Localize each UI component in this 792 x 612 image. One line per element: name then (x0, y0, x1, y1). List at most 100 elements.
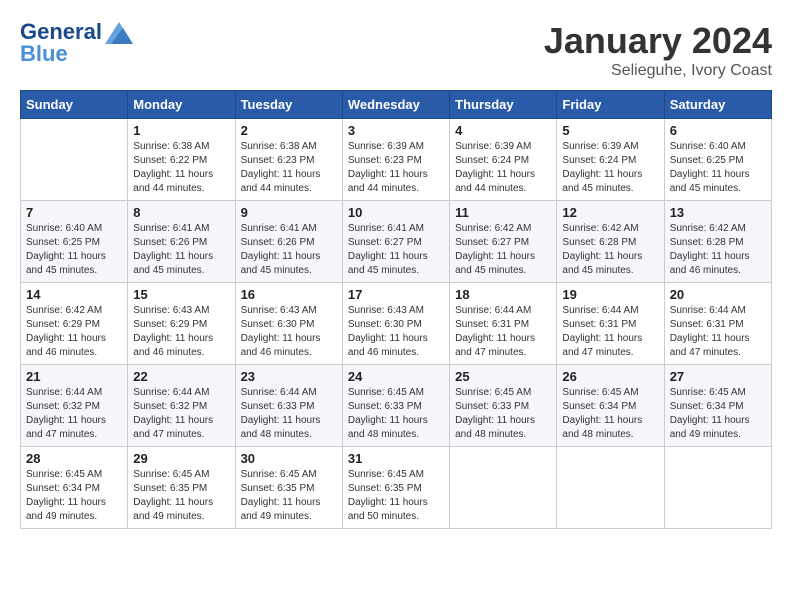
calendar-day-header: Friday (557, 91, 664, 119)
calendar-day-header: Sunday (21, 91, 128, 119)
calendar-day-header: Tuesday (235, 91, 342, 119)
calendar-cell: 15 Sunrise: 6:43 AM Sunset: 6:29 PM Dayli… (128, 283, 235, 365)
day-number: 3 (348, 123, 444, 138)
day-number: 14 (26, 287, 122, 302)
calendar-cell: 11 Sunrise: 6:42 AM Sunset: 6:27 PM Dayli… (450, 201, 557, 283)
calendar-cell (664, 447, 771, 529)
month-title: January 2024 (544, 20, 772, 62)
day-info: Sunrise: 6:40 AM Sunset: 6:25 PM Dayligh… (670, 140, 766, 196)
calendar-cell: 3 Sunrise: 6:39 AM Sunset: 6:23 PM Daylig… (342, 119, 449, 201)
day-info: Sunrise: 6:39 AM Sunset: 6:24 PM Dayligh… (455, 140, 551, 196)
day-number: 4 (455, 123, 551, 138)
day-number: 13 (670, 205, 766, 220)
calendar-cell: 26 Sunrise: 6:45 AM Sunset: 6:34 PM Dayli… (557, 365, 664, 447)
day-info: Sunrise: 6:45 AM Sunset: 6:34 PM Dayligh… (562, 386, 658, 442)
day-info: Sunrise: 6:45 AM Sunset: 6:34 PM Dayligh… (26, 468, 122, 524)
calendar-cell: 2Sunrise: 6:38 AM Sunset: 6:23 PM Daylig… (235, 119, 342, 201)
day-info: Sunrise: 6:45 AM Sunset: 6:35 PM Dayligh… (133, 468, 229, 524)
day-info: Sunrise: 6:42 AM Sunset: 6:28 PM Dayligh… (670, 222, 766, 278)
day-info: Sunrise: 6:40 AM Sunset: 6:25 PM Dayligh… (26, 222, 122, 278)
calendar-cell (450, 447, 557, 529)
logo: General Blue (20, 20, 133, 66)
calendar-cell: 4 Sunrise: 6:39 AM Sunset: 6:24 PM Daylig… (450, 119, 557, 201)
day-number: 22 (133, 369, 229, 384)
calendar-day-header: Thursday (450, 91, 557, 119)
logo-icon (105, 22, 133, 44)
calendar-cell (557, 447, 664, 529)
day-info: Sunrise: 6:39 AM Sunset: 6:23 PM Dayligh… (348, 140, 444, 196)
calendar-cell: 9Sunrise: 6:41 AM Sunset: 6:26 PM Daylig… (235, 201, 342, 283)
day-info: Sunrise: 6:43 AM Sunset: 6:29 PM Dayligh… (133, 304, 229, 360)
day-number: 19 (562, 287, 658, 302)
day-number: 24 (348, 369, 444, 384)
day-info: Sunrise: 6:44 AM Sunset: 6:31 PM Dayligh… (455, 304, 551, 360)
calendar-week-row: 1 Sunrise: 6:38 AM Sunset: 6:22 PM Daylig… (21, 119, 772, 201)
day-number: 2 (241, 123, 337, 138)
calendar-cell: 29Sunrise: 6:45 AM Sunset: 6:35 PM Dayli… (128, 447, 235, 529)
day-info: Sunrise: 6:44 AM Sunset: 6:31 PM Dayligh… (562, 304, 658, 360)
day-number: 8 (133, 205, 229, 220)
day-number: 10 (348, 205, 444, 220)
day-number: 7 (26, 205, 122, 220)
day-info: Sunrise: 6:45 AM Sunset: 6:35 PM Dayligh… (241, 468, 337, 524)
day-number: 26 (562, 369, 658, 384)
day-number: 18 (455, 287, 551, 302)
calendar-week-row: 28 Sunrise: 6:45 AM Sunset: 6:34 PM Dayli… (21, 447, 772, 529)
calendar-cell (21, 119, 128, 201)
calendar-cell: 24 Sunrise: 6:45 AM Sunset: 6:33 PM Dayli… (342, 365, 449, 447)
calendar-week-row: 14Sunrise: 6:42 AM Sunset: 6:29 PM Dayli… (21, 283, 772, 365)
logo-blue: Blue (20, 42, 133, 66)
day-number: 15 (133, 287, 229, 302)
day-info: Sunrise: 6:42 AM Sunset: 6:28 PM Dayligh… (562, 222, 658, 278)
title-block: January 2024 Selieguhe, Ivory Coast (544, 20, 772, 80)
day-number: 21 (26, 369, 122, 384)
day-number: 23 (241, 369, 337, 384)
day-info: Sunrise: 6:43 AM Sunset: 6:30 PM Dayligh… (348, 304, 444, 360)
calendar-cell: 6 Sunrise: 6:40 AM Sunset: 6:25 PM Daylig… (664, 119, 771, 201)
calendar-cell: 28 Sunrise: 6:45 AM Sunset: 6:34 PM Dayli… (21, 447, 128, 529)
day-info: Sunrise: 6:45 AM Sunset: 6:34 PM Dayligh… (670, 386, 766, 442)
day-info: Sunrise: 6:42 AM Sunset: 6:27 PM Dayligh… (455, 222, 551, 278)
day-number: 9 (241, 205, 337, 220)
day-number: 31 (348, 451, 444, 466)
calendar-day-header: Saturday (664, 91, 771, 119)
day-info: Sunrise: 6:43 AM Sunset: 6:30 PM Dayligh… (241, 304, 337, 360)
calendar-cell: 21 Sunrise: 6:44 AM Sunset: 6:32 PM Dayli… (21, 365, 128, 447)
calendar-cell: 5Sunrise: 6:39 AM Sunset: 6:24 PM Daylig… (557, 119, 664, 201)
calendar-cell: 22 Sunrise: 6:44 AM Sunset: 6:32 PM Dayli… (128, 365, 235, 447)
calendar-cell: 7 Sunrise: 6:40 AM Sunset: 6:25 PM Daylig… (21, 201, 128, 283)
day-info: Sunrise: 6:45 AM Sunset: 6:35 PM Dayligh… (348, 468, 444, 524)
day-number: 6 (670, 123, 766, 138)
calendar-cell: 20Sunrise: 6:44 AM Sunset: 6:31 PM Dayli… (664, 283, 771, 365)
calendar-table: SundayMondayTuesdayWednesdayThursdayFrid… (20, 90, 772, 529)
day-number: 1 (133, 123, 229, 138)
calendar-cell: 27Sunrise: 6:45 AM Sunset: 6:34 PM Dayli… (664, 365, 771, 447)
day-number: 30 (241, 451, 337, 466)
day-number: 25 (455, 369, 551, 384)
calendar-week-row: 7 Sunrise: 6:40 AM Sunset: 6:25 PM Daylig… (21, 201, 772, 283)
calendar-week-row: 21 Sunrise: 6:44 AM Sunset: 6:32 PM Dayli… (21, 365, 772, 447)
day-info: Sunrise: 6:45 AM Sunset: 6:33 PM Dayligh… (455, 386, 551, 442)
page-header: General Blue January 2024 Selieguhe, Ivo… (20, 20, 772, 80)
calendar-cell: 1 Sunrise: 6:38 AM Sunset: 6:22 PM Daylig… (128, 119, 235, 201)
calendar-cell: 30 Sunrise: 6:45 AM Sunset: 6:35 PM Dayli… (235, 447, 342, 529)
day-info: Sunrise: 6:44 AM Sunset: 6:32 PM Dayligh… (26, 386, 122, 442)
calendar-cell: 16Sunrise: 6:43 AM Sunset: 6:30 PM Dayli… (235, 283, 342, 365)
calendar-cell: 25 Sunrise: 6:45 AM Sunset: 6:33 PM Dayli… (450, 365, 557, 447)
calendar-cell: 10Sunrise: 6:41 AM Sunset: 6:27 PM Dayli… (342, 201, 449, 283)
calendar-cell: 31 Sunrise: 6:45 AM Sunset: 6:35 PM Dayli… (342, 447, 449, 529)
day-number: 28 (26, 451, 122, 466)
day-info: Sunrise: 6:38 AM Sunset: 6:22 PM Dayligh… (133, 140, 229, 196)
day-number: 5 (562, 123, 658, 138)
day-number: 11 (455, 205, 551, 220)
day-info: Sunrise: 6:41 AM Sunset: 6:26 PM Dayligh… (133, 222, 229, 278)
day-number: 20 (670, 287, 766, 302)
day-number: 17 (348, 287, 444, 302)
calendar-cell: 18 Sunrise: 6:44 AM Sunset: 6:31 PM Dayli… (450, 283, 557, 365)
calendar-cell: 8 Sunrise: 6:41 AM Sunset: 6:26 PM Daylig… (128, 201, 235, 283)
day-info: Sunrise: 6:44 AM Sunset: 6:32 PM Dayligh… (133, 386, 229, 442)
day-info: Sunrise: 6:44 AM Sunset: 6:33 PM Dayligh… (241, 386, 337, 442)
calendar-header-row: SundayMondayTuesdayWednesdayThursdayFrid… (21, 91, 772, 119)
day-info: Sunrise: 6:45 AM Sunset: 6:33 PM Dayligh… (348, 386, 444, 442)
calendar-cell: 13 Sunrise: 6:42 AM Sunset: 6:28 PM Dayli… (664, 201, 771, 283)
